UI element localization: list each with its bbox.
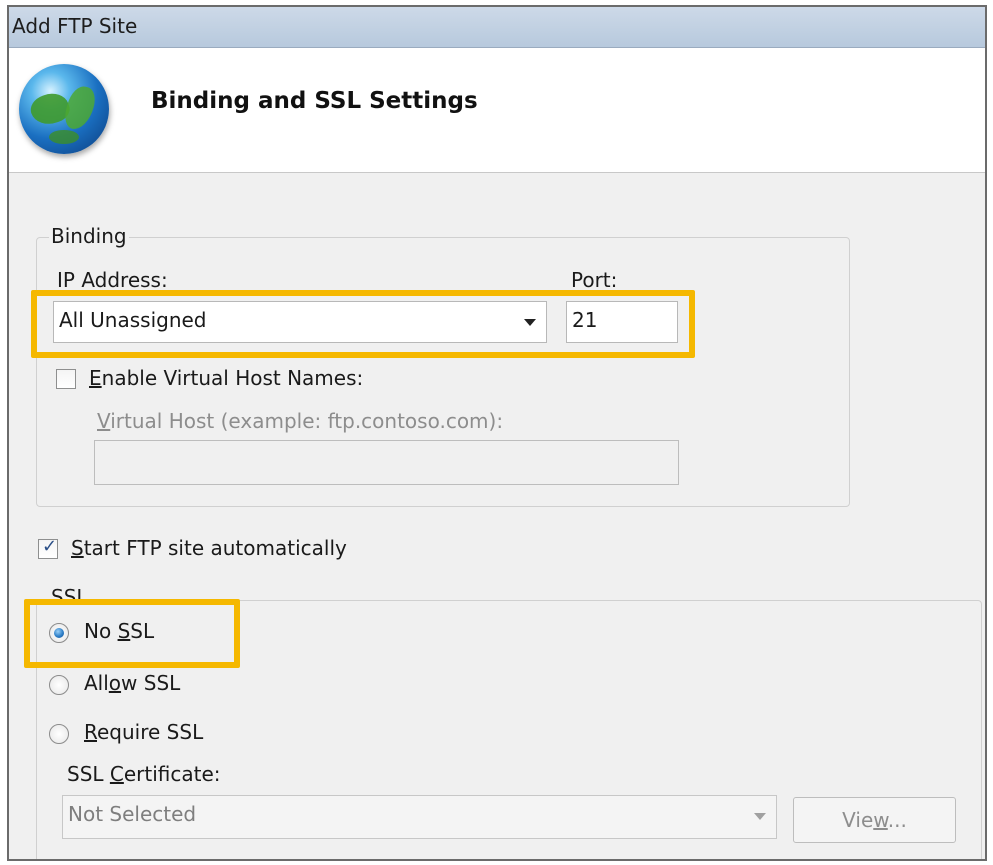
require-ssl-label: Require SSL	[84, 720, 204, 744]
no-ssl-highlight	[24, 599, 240, 668]
view-certificate-button[interactable]: View...	[793, 797, 956, 843]
virtual-host-label: Virtual Host (example: ftp.contoso.com):	[97, 409, 504, 433]
globe-icon	[19, 64, 109, 154]
chevron-down-icon	[754, 813, 766, 820]
add-ftp-site-dialog: Add FTP Site Binding and SSL Settings Bi…	[7, 5, 987, 861]
ssl-certificate-dropdown[interactable]: Not Selected	[62, 795, 777, 839]
title-bar: Add FTP Site	[9, 7, 985, 48]
port-label: Port:	[571, 268, 618, 292]
ip-port-highlight	[31, 290, 695, 358]
window-title: Add FTP Site	[12, 14, 138, 38]
wizard-header: Binding and SSL Settings	[9, 48, 985, 173]
allow-ssl-radio[interactable]	[49, 675, 69, 695]
page-title: Binding and SSL Settings	[151, 88, 478, 114]
ip-address-label: IP Address:	[57, 268, 168, 292]
ssl-certificate-value: Not Selected	[68, 802, 197, 826]
start-automatically-label: Start FTP site automatically	[71, 536, 347, 560]
allow-ssl-label: Allow SSL	[84, 671, 181, 695]
start-automatically-checkbox[interactable]: ✓	[38, 536, 58, 559]
ssl-certificate-label: SSL Certificate:	[67, 762, 221, 786]
view-button-label: View...	[842, 808, 907, 832]
virtual-host-input[interactable]	[94, 440, 679, 485]
enable-virtual-host-checkbox[interactable]	[56, 369, 76, 389]
binding-group-label: Binding	[49, 224, 129, 248]
checkmark-icon: ✓	[42, 536, 58, 557]
require-ssl-radio[interactable]	[49, 724, 69, 744]
enable-virtual-host-label: Enable Virtual Host Names:	[89, 366, 364, 390]
